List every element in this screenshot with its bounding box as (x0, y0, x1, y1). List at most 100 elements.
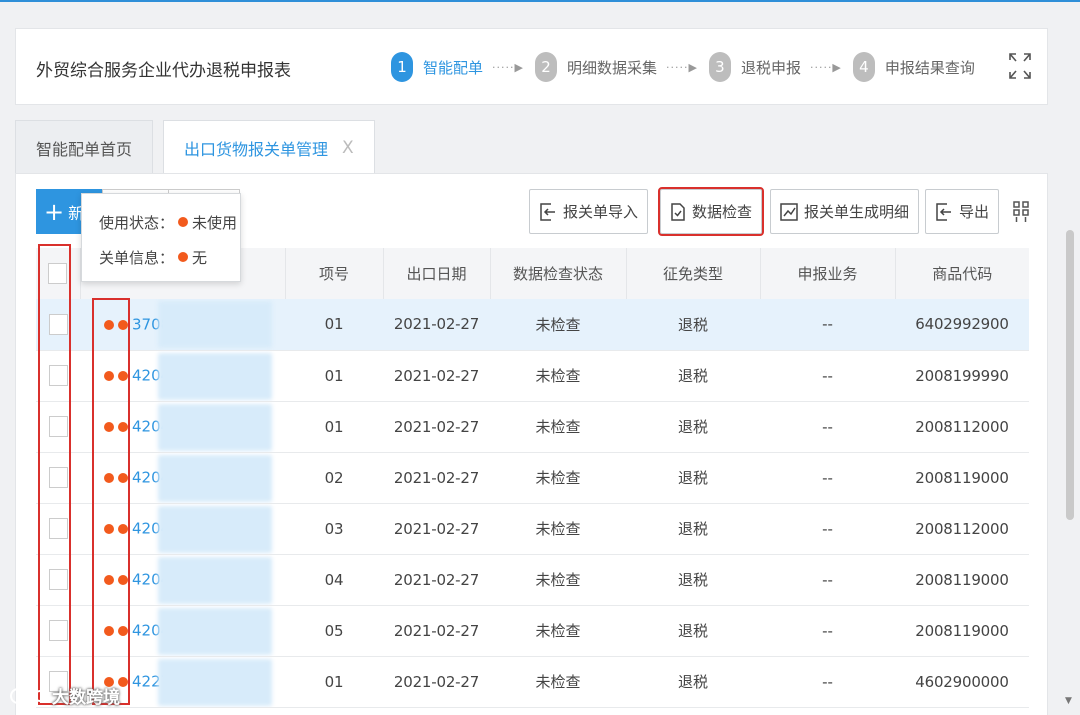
tooltip-usage-label: 使用状态： (99, 214, 175, 232)
tooltip-info-label: 关单信息： (99, 249, 175, 267)
declaration-info-dot[interactable] (118, 319, 128, 330)
watermark: 大数跨境 (8, 683, 120, 708)
declaration-business: -- (822, 366, 833, 385)
commodity-code: 2008112000 (915, 519, 1009, 538)
data-check-button[interactable]: 数据检查 (657, 187, 764, 236)
declaration-info-dot[interactable] (118, 523, 128, 534)
vertical-scrollbar[interactable] (1066, 230, 1074, 520)
item-number: 02 (324, 468, 344, 487)
exemption-type: 退税 (677, 315, 708, 334)
column-header: 征免类型 (626, 248, 761, 299)
column-header: 申报业务 (760, 248, 896, 299)
generate-details-button[interactable]: 报关单生成明细 (769, 189, 919, 234)
scroll-down-icon[interactable]: ▼ (1065, 696, 1072, 706)
dotted-arrow-icon: ·····▶ (492, 60, 524, 74)
row-checkbox[interactable] (48, 313, 68, 335)
export-button[interactable]: 导出 (924, 189, 999, 234)
declaration-business: -- (822, 519, 833, 538)
check-status: 未检查 (535, 622, 581, 640)
table-row[interactable]: 4227 01 2021-02-27 未检查 退税 -- 4602900000 (36, 656, 1029, 707)
declaration-cell: 4204 (80, 503, 285, 554)
column-settings-icon[interactable] (1013, 200, 1029, 223)
usage-status-dot[interactable] (104, 472, 114, 483)
step-number: 1 (391, 52, 413, 82)
declaration-info-dot[interactable] (118, 472, 128, 483)
declaration-business: -- (822, 417, 833, 436)
commodity-code: 6402992900 (915, 315, 1009, 334)
row-select-cell (36, 350, 80, 401)
row-select-cell (36, 299, 80, 350)
commodity-code: 2008119000 (915, 468, 1009, 487)
check-status: 未检查 (535, 673, 581, 691)
dotted-arrow-icon: ·····▶ (665, 60, 698, 74)
row-checkbox[interactable] (48, 620, 68, 641)
row-checkbox[interactable] (48, 569, 68, 590)
step-label: 智能配单 (423, 58, 484, 77)
step-1[interactable]: 1 智能配单 (391, 52, 483, 82)
import-button[interactable]: 报关单导入 (528, 189, 648, 234)
declaration-cell: 4204 (80, 605, 285, 656)
item-number: 01 (324, 417, 344, 436)
table-row[interactable]: 4204 05 2021-02-27 未检查 退税 -- 2008119000 (36, 605, 1029, 656)
tab-label: 智能配单首页 (36, 139, 133, 159)
table-row[interactable]: 4204 01 2021-02-27 未检查 退税 -- 2008112000 (36, 401, 1029, 452)
table-row[interactable]: 4204 03 2021-02-27 未检查 退税 -- 2008112000 (36, 503, 1029, 554)
usage-status-dot[interactable] (104, 523, 114, 534)
declaration-info-dot[interactable] (118, 421, 128, 432)
dotted-arrow-icon: ·····▶ (809, 60, 842, 74)
redacted-area (158, 352, 272, 400)
row-select-cell (36, 554, 80, 605)
table-row[interactable]: 4204 01 2021-02-27 未检查 退税 -- 2008199990 (36, 350, 1029, 401)
tab-bar: 智能配单首页 出口货物报关单管理 X (15, 120, 385, 174)
select-all-checkbox[interactable] (48, 263, 68, 284)
step-number: 4 (852, 52, 875, 82)
item-number: 01 (324, 672, 344, 691)
row-checkbox[interactable] (48, 467, 68, 488)
row-checkbox[interactable] (48, 518, 68, 539)
table-row[interactable]: 4204 04 2021-02-27 未检查 退税 -- 2008119000 (36, 554, 1029, 605)
usage-status-dot[interactable] (104, 421, 114, 432)
redacted-area (158, 505, 272, 553)
declaration-business: -- (822, 468, 833, 487)
usage-status-dot[interactable] (104, 574, 114, 585)
usage-status-dot[interactable] (104, 370, 114, 381)
step-2[interactable]: 2 明细数据采集 (534, 52, 657, 82)
step-number: 2 (534, 52, 557, 82)
column-header: 项号 (285, 248, 384, 299)
close-icon[interactable]: X (342, 138, 354, 158)
step-label: 申报结果查询 (884, 58, 975, 77)
row-checkbox[interactable] (48, 365, 68, 386)
exemption-type: 退税 (677, 367, 708, 385)
row-checkbox[interactable] (48, 416, 68, 437)
table-row[interactable]: 3708 01 2021-02-27 未检查 退税 -- 6402992900 (36, 299, 1029, 350)
top-accent-line (0, 0, 1080, 2)
usage-status-dot[interactable] (104, 625, 114, 636)
step-4[interactable]: 4 申报结果查询 (852, 52, 975, 82)
declaration-cell: 4204 (80, 554, 285, 605)
commodity-code: 2008112000 (915, 417, 1009, 436)
exemption-type: 退税 (677, 469, 708, 487)
declaration-info-dot[interactable] (118, 574, 128, 585)
status-dot-icon (178, 252, 189, 262)
step-3[interactable]: 3 退税申报 (708, 52, 801, 82)
tooltip-usage-value: 未使用 (192, 214, 238, 232)
table-row[interactable]: 4204 02 2021-02-27 未检查 退税 -- 2008119000 (36, 452, 1029, 503)
declaration-info-dot[interactable] (118, 370, 128, 381)
export-icon (936, 202, 951, 221)
column-header: 出口日期 (383, 248, 491, 299)
usage-status-dot[interactable] (104, 319, 114, 330)
declaration-info-dot[interactable] (118, 625, 128, 636)
import-button-label: 报关单导入 (562, 203, 638, 221)
select-all-cell (36, 248, 81, 299)
step-label: 明细数据采集 (566, 58, 657, 77)
tab-home[interactable]: 智能配单首页 (15, 120, 154, 174)
commodity-code: 4602900000 (915, 672, 1009, 691)
check-status: 未检查 (535, 469, 581, 487)
import-icon (540, 202, 555, 221)
check-status: 未检查 (535, 367, 581, 385)
tab-customs-declaration[interactable]: 出口货物报关单管理 X (163, 120, 375, 174)
fullscreen-icon[interactable] (1008, 51, 1032, 81)
export-button-label: 导出 (958, 203, 989, 221)
plus-icon: + (44, 197, 65, 226)
page-title: 外贸综合服务企业代办退税申报表 (36, 61, 291, 81)
